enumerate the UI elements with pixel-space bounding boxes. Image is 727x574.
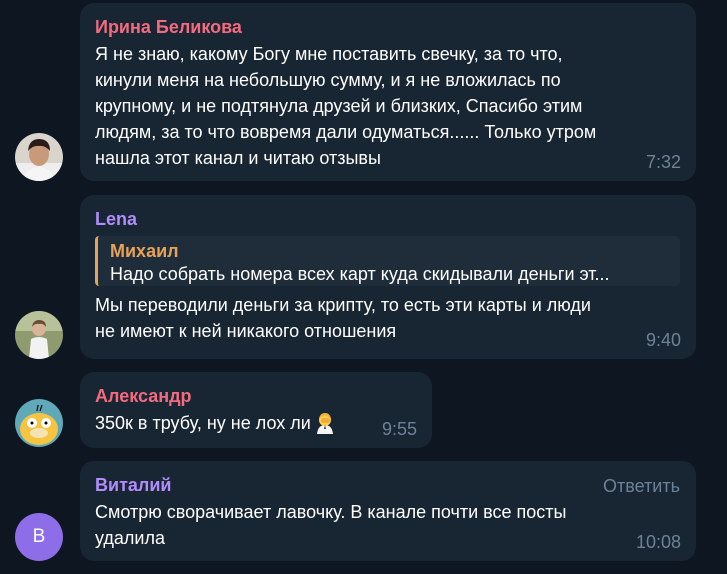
message-bubble[interactable]: Lena Михаил Надо собрать номера всех кар… xyxy=(80,195,696,359)
message-bubble[interactable]: Ирина Беликова Я не знаю, какому Богу мн… xyxy=(80,3,696,181)
message-author[interactable]: Виталий xyxy=(95,472,680,498)
avatar[interactable]: В xyxy=(15,513,63,561)
message-text: Смотрю сворачивает лавочку. В канале поч… xyxy=(95,502,567,548)
message-time: 10:08 xyxy=(635,532,681,552)
reply-button[interactable]: Ответить xyxy=(603,474,680,498)
message-text: Мы переводили деньги за крипту, то есть … xyxy=(95,295,591,341)
avatar[interactable] xyxy=(15,133,63,181)
reply-author: Михаил xyxy=(110,241,179,261)
message-time: 7:32 xyxy=(645,152,681,172)
facepalm-emoji-icon xyxy=(313,410,337,441)
reply-quote[interactable]: Михаил Надо собрать номера всех карт куд… xyxy=(95,236,680,286)
message-bubble[interactable]: Виталий Ответить Смотрю сворачивает лаво… xyxy=(80,461,696,561)
message-text: 350к в трубу, ну не лох ли xyxy=(95,410,416,441)
message-time: 9:40 xyxy=(645,330,681,350)
avatar-letter: В xyxy=(32,526,46,547)
message-text: Я не знаю, какому Богу мне поставить све… xyxy=(95,44,597,168)
message-author[interactable]: Lena xyxy=(95,206,680,232)
message-bubble[interactable]: Александр 350к в трубу, ну не лох ли 9:5… xyxy=(80,372,432,448)
reply-text: Надо собрать номера всех карт куда скиды… xyxy=(110,264,610,284)
chat-feed: Ирина Беликова Я не знаю, какому Богу мн… xyxy=(0,0,727,574)
message-text-content: 350к в трубу, ну не лох ли xyxy=(95,413,311,433)
message-author[interactable]: Ирина Беликова xyxy=(95,14,680,40)
avatar[interactable] xyxy=(15,311,63,359)
avatar[interactable] xyxy=(15,399,63,447)
message-author[interactable]: Александр xyxy=(95,383,416,409)
message-time: 9:55 xyxy=(381,419,417,439)
